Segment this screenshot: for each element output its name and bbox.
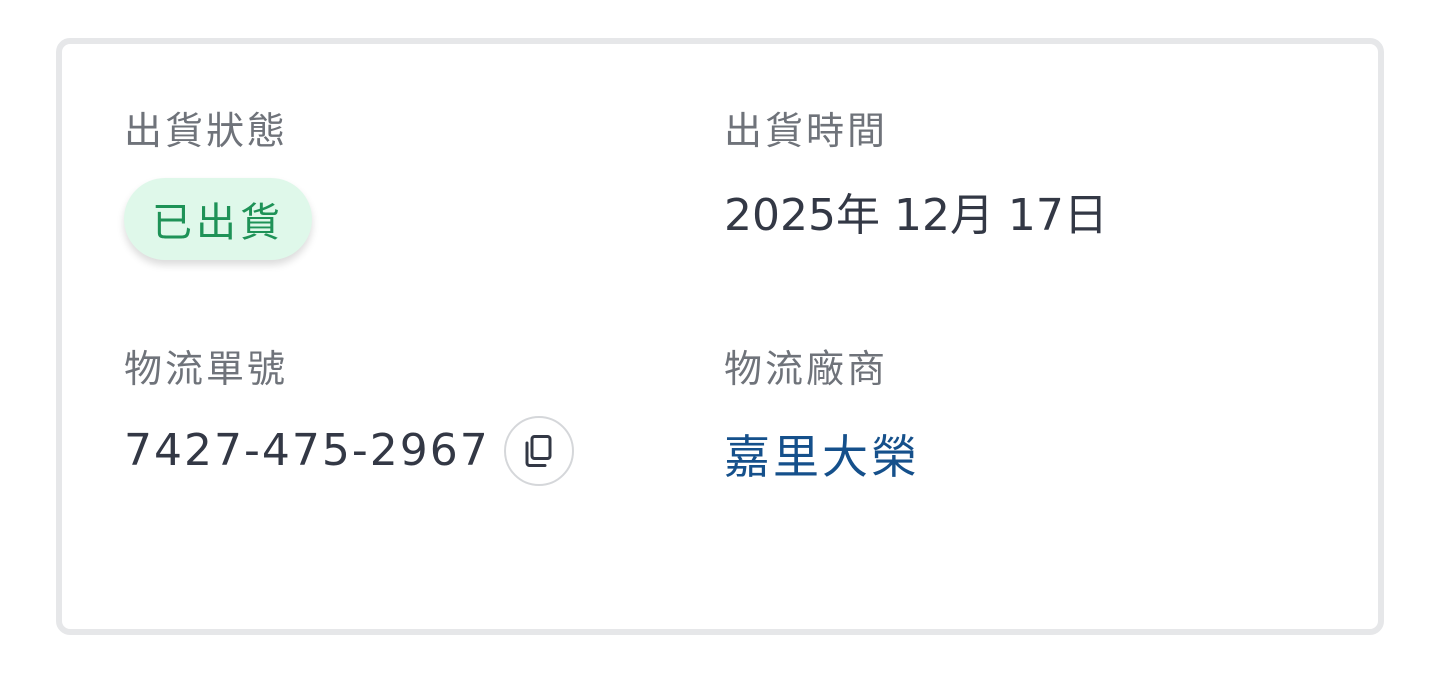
tracking-number-label: 物流單號 [124,347,289,391]
shipping-status-badge: 已出貨 [124,178,312,260]
shipping-status-label: 出貨狀態 [124,109,289,153]
shipping-status-field: 出貨狀態 已出貨 [124,109,312,260]
tracking-number-row: 7427-475-2967 [124,416,574,486]
tracking-number-value: 7427-475-2967 [124,425,490,476]
shipping-time-label: 出貨時間 [724,109,889,153]
carrier-label: 物流廠商 [724,347,889,391]
carrier-field: 物流廠商 嘉里大榮 [724,347,917,480]
tracking-number-field: 物流單號 [124,350,288,388]
shipping-info-card: 出貨狀態 已出貨 出貨時間 2025年 12月 17日 物流單號 物流廠商 嘉里… [56,38,1384,635]
shipping-time-field: 出貨時間 2025年 12月 17日 [724,109,1108,238]
shipping-time-value: 2025年 12月 17日 [724,190,1108,241]
copy-icon [525,435,552,467]
carrier-link[interactable]: 嘉里大榮 [724,434,920,480]
copy-tracking-button[interactable] [503,416,574,486]
